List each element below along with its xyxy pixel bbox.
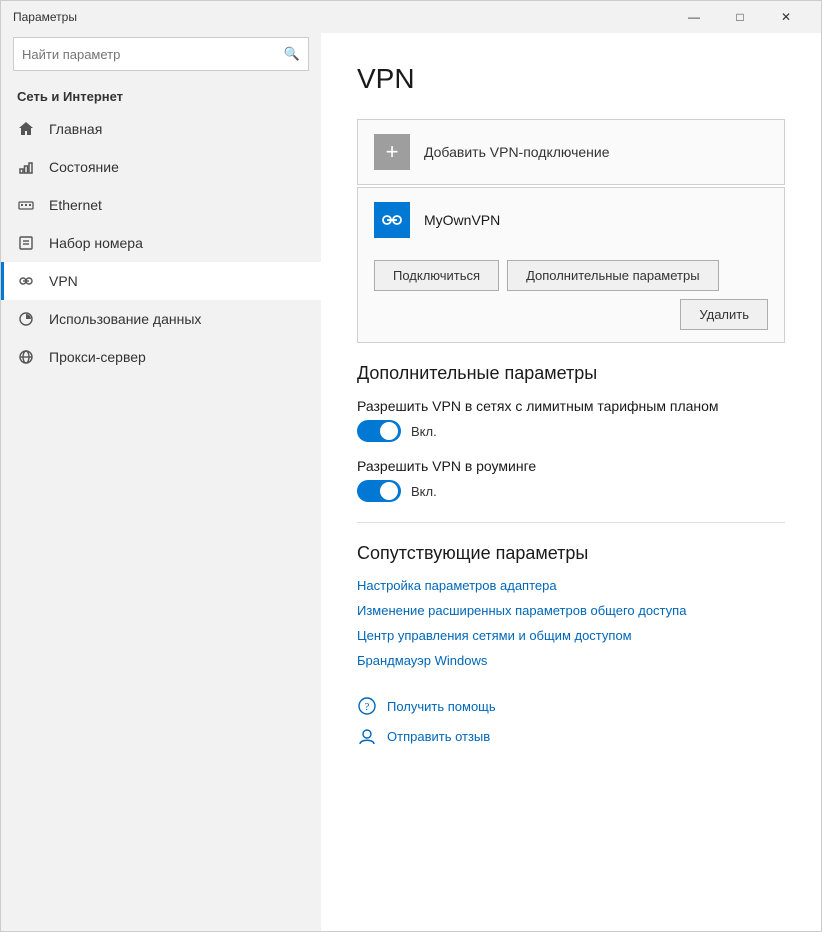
- toggle-1[interactable]: [357, 420, 401, 442]
- home-icon: [17, 120, 35, 138]
- sidebar-item-home[interactable]: Главная: [1, 110, 321, 148]
- search-icon: 🔍: [284, 46, 300, 62]
- help-section: ? Получить помощь Отправить отзыв: [357, 696, 785, 746]
- sidebar-item-dialup-label: Набор номера: [49, 235, 143, 251]
- advanced-button[interactable]: Дополнительные параметры: [507, 260, 719, 291]
- related-link-2[interactable]: Изменение расширенных параметров общего …: [357, 603, 785, 618]
- related-link-3[interactable]: Центр управления сетями и общим доступом: [357, 628, 785, 643]
- vpn-connection-card: MyOwnVPN Подключиться Дополнительные пар…: [357, 187, 785, 343]
- vpn-connection-header: MyOwnVPN: [358, 188, 784, 252]
- main-content: VPN + Добавить VPN-подключение: [321, 33, 821, 931]
- additional-settings-title: Дополнительные параметры: [357, 363, 785, 384]
- minimize-button[interactable]: —: [671, 1, 717, 33]
- related-title: Сопутствующие параметры: [357, 543, 785, 564]
- ethernet-icon: [17, 196, 35, 214]
- add-vpn-label: Добавить VPN-подключение: [424, 144, 610, 160]
- connect-button[interactable]: Подключиться: [374, 260, 499, 291]
- search-box[interactable]: 🔍: [13, 37, 309, 71]
- sidebar-item-status[interactable]: Состояние: [1, 148, 321, 186]
- vpn-buttons: Подключиться Дополнительные параметры Уд…: [358, 252, 784, 342]
- feedback-icon: [357, 726, 377, 746]
- feedback-link[interactable]: Отправить отзыв: [387, 729, 490, 744]
- toggle1-value: Вкл.: [411, 424, 437, 439]
- sidebar-item-ethernet[interactable]: Ethernet: [1, 186, 321, 224]
- window-title: Параметры: [13, 10, 671, 24]
- toggle-row-1: Вкл.: [357, 420, 785, 442]
- maximize-button[interactable]: □: [717, 1, 763, 33]
- vpn-icon: [17, 272, 35, 290]
- page-title: VPN: [357, 63, 785, 95]
- setting1-label: Разрешить VPN в сетях с лимитным тарифны…: [357, 398, 785, 414]
- toggle-2[interactable]: [357, 480, 401, 502]
- help-link[interactable]: Получить помощь: [387, 699, 496, 714]
- vpn-connection-name: MyOwnVPN: [424, 212, 500, 228]
- sidebar-item-data-usage[interactable]: Использование данных: [1, 300, 321, 338]
- toggle2-value: Вкл.: [411, 484, 437, 499]
- help-row: ? Получить помощь: [357, 696, 785, 716]
- sidebar-item-vpn[interactable]: VPN: [1, 262, 321, 300]
- close-button[interactable]: ✕: [763, 1, 809, 33]
- add-vpn-icon: +: [374, 134, 410, 170]
- data-usage-icon: [17, 310, 35, 328]
- related-link-4[interactable]: Брандмауэр Windows: [357, 653, 785, 668]
- add-vpn-card[interactable]: + Добавить VPN-подключение: [357, 119, 785, 185]
- dialup-icon: [17, 234, 35, 252]
- toggle-row-2: Вкл.: [357, 480, 785, 502]
- sidebar-item-status-label: Состояние: [49, 159, 119, 175]
- sidebar-item-vpn-label: VPN: [49, 273, 78, 289]
- setting-row-2: Разрешить VPN в роуминге Вкл.: [357, 458, 785, 502]
- vpn-connection-icon: [374, 202, 410, 238]
- divider: [357, 522, 785, 523]
- sidebar-item-data-usage-label: Использование данных: [49, 311, 201, 327]
- setting-row-1: Разрешить VPN в сетях с лимитным тарифны…: [357, 398, 785, 442]
- sidebar-item-ethernet-label: Ethernet: [49, 197, 102, 213]
- proxy-icon: [17, 348, 35, 366]
- sidebar-item-proxy[interactable]: Прокси-сервер: [1, 338, 321, 376]
- svg-text:?: ?: [365, 701, 370, 713]
- sidebar: 🔍 Сеть и Интернет Главная: [1, 33, 321, 931]
- section-label: Сеть и Интернет: [1, 81, 321, 110]
- search-input[interactable]: [22, 47, 284, 62]
- feedback-row: Отправить отзыв: [357, 726, 785, 746]
- help-icon: ?: [357, 696, 377, 716]
- setting2-label: Разрешить VPN в роуминге: [357, 458, 785, 474]
- delete-button[interactable]: Удалить: [680, 299, 768, 330]
- sidebar-item-dialup[interactable]: Набор номера: [1, 224, 321, 262]
- related-link-1[interactable]: Настройка параметров адаптера: [357, 578, 785, 593]
- status-icon: [17, 158, 35, 176]
- sidebar-item-home-label: Главная: [49, 121, 102, 137]
- sidebar-item-proxy-label: Прокси-сервер: [49, 349, 146, 365]
